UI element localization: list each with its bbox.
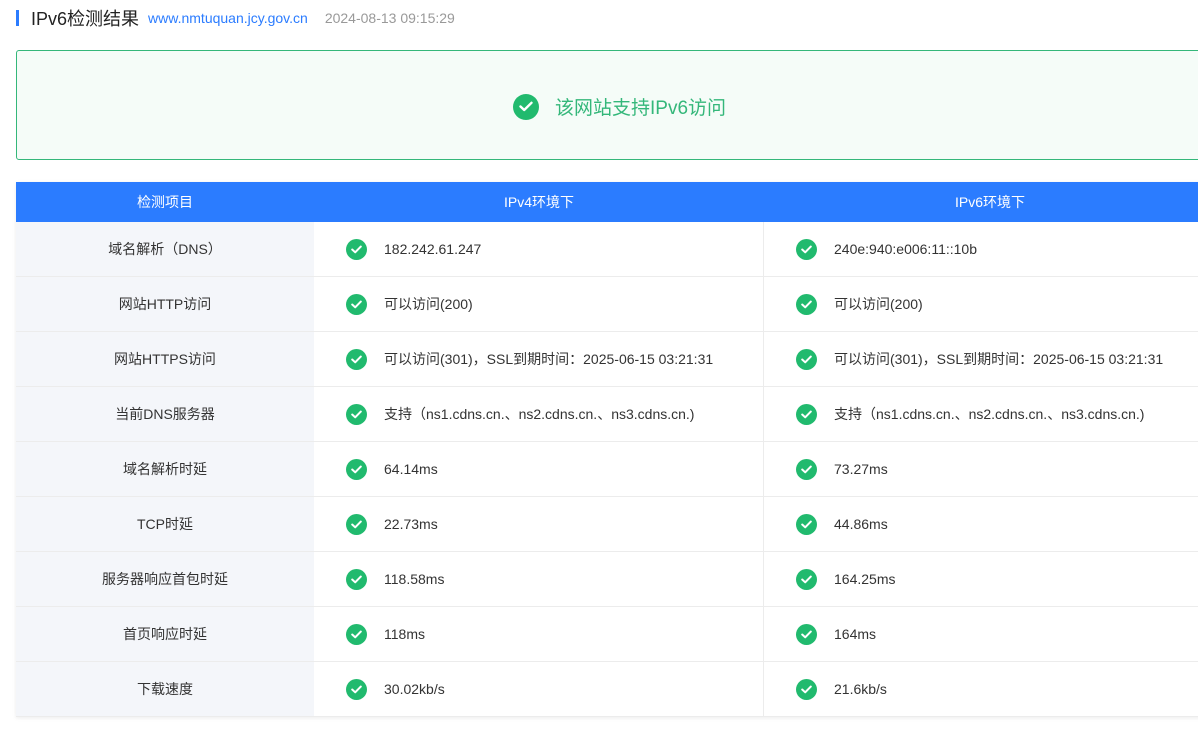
ipv4-value: 支持（ns1.cdns.cn.、ns2.cdns.cn.、ns3.cdns.cn… xyxy=(384,406,695,422)
ipv4-cell: 182.242.61.247 xyxy=(314,222,764,276)
check-icon xyxy=(346,293,367,315)
ipv4-value: 118.58ms xyxy=(384,571,445,587)
ipv6-value: 73.27ms xyxy=(834,461,888,477)
table-row: 域名解析（DNS） 182.242.61.247 240e:940:e006:11:… xyxy=(16,222,1198,277)
page-title: IPv6检测结果 xyxy=(31,9,140,29)
header-ipv6: IPv6环境下 xyxy=(954,194,1025,210)
table-row: 网站HTTP访问 可以访问(200) 可以访问(200) xyxy=(16,277,1198,332)
check-icon xyxy=(796,678,817,700)
ipv4-cell: 30.02kb/s xyxy=(314,662,764,716)
check-icon xyxy=(346,403,367,425)
row-item-label: 当前DNS服务器 xyxy=(16,387,314,441)
ipv4-value: 可以访问(301)，SSL到期时间：2025-06-15 03:21:31 xyxy=(384,351,714,367)
ipv6-value: 164.25ms xyxy=(834,571,896,587)
check-circle-icon xyxy=(513,93,539,120)
table-header-row: 检测项目 IPv4环境下 IPv6环境下 xyxy=(16,182,1198,222)
ipv4-cell: 可以访问(301)，SSL到期时间：2025-06-15 03:21:31 xyxy=(314,332,764,386)
ipv6-value: 可以访问(301)，SSL到期时间：2025-06-15 03:21:31 xyxy=(834,351,1164,367)
tested-domain-link[interactable]: www.nmtuquan.jcy.gov.cn xyxy=(148,10,308,26)
row-item-label: 下载速度 xyxy=(16,662,314,716)
check-icon xyxy=(346,348,367,370)
ipv6-value: 可以访问(200) xyxy=(834,296,923,312)
header-ipv4: IPv4环境下 xyxy=(503,194,574,210)
ipv4-cell: 118ms xyxy=(314,607,764,661)
ipv4-cell: 22.73ms xyxy=(314,497,764,551)
table-body: 域名解析（DNS） 182.242.61.247 240e:940:e006:11:… xyxy=(16,222,1198,717)
ipv4-value: 182.242.61.247 xyxy=(384,241,482,257)
check-icon xyxy=(796,348,817,370)
row-item-label: 首页响应时延 xyxy=(16,607,314,661)
ipv6-cell: 240e:940:e006:11::10b xyxy=(764,222,1198,276)
table-row: 当前DNS服务器 支持（ns1.cdns.cn.、ns2.cdns.cn.、ns3… xyxy=(16,387,1198,442)
ipv6-value: 240e:940:e006:11::10b xyxy=(834,241,977,257)
check-icon xyxy=(796,458,817,480)
check-icon xyxy=(796,568,817,590)
row-item-label: 网站HTTP访问 xyxy=(16,277,314,331)
table-row: 域名解析时延 64.14ms 73.27ms xyxy=(16,442,1198,497)
ipv6-cell: 164ms xyxy=(764,607,1198,661)
ipv4-value: 64.14ms xyxy=(384,461,438,477)
ipv6-value: 支持（ns1.cdns.cn.、ns2.cdns.cn.、ns3.cdns.cn… xyxy=(834,406,1145,422)
ipv6-value: 44.86ms xyxy=(834,516,888,532)
ipv6-cell: 支持（ns1.cdns.cn.、ns2.cdns.cn.、ns3.cdns.cn… xyxy=(764,387,1198,441)
check-icon xyxy=(796,403,817,425)
check-icon xyxy=(796,623,817,645)
check-icon xyxy=(796,238,817,260)
check-icon xyxy=(796,513,817,535)
header-item: 检测项目 xyxy=(137,194,193,210)
table-row: 首页响应时延 118ms 164ms xyxy=(16,607,1198,662)
check-icon xyxy=(346,623,367,645)
title-accent-bar xyxy=(16,10,19,26)
ipv4-cell: 支持（ns1.cdns.cn.、ns2.cdns.cn.、ns3.cdns.cn… xyxy=(314,387,764,441)
ipv4-cell: 可以访问(200) xyxy=(314,277,764,331)
row-item-label: 网站HTTPS访问 xyxy=(16,332,314,386)
ipv6-cell: 44.86ms xyxy=(764,497,1198,551)
page-header: IPv6检测结果 www.nmtuquan.jcy.gov.cn 2024-08… xyxy=(16,6,455,30)
results-table: 检测项目 IPv4环境下 IPv6环境下 域名解析（DNS） 182.242.61… xyxy=(16,182,1198,717)
table-row: 服务器响应首包时延 118.58ms 164.25ms xyxy=(16,552,1198,607)
result-banner: 该网站支持IPv6访问 xyxy=(16,50,1198,160)
ipv4-value: 30.02kb/s xyxy=(384,681,445,697)
check-icon xyxy=(346,238,367,260)
ipv4-value: 22.73ms xyxy=(384,516,438,532)
row-item-label: 域名解析（DNS） xyxy=(16,222,314,276)
row-item-label: 服务器响应首包时延 xyxy=(16,552,314,606)
ipv4-cell: 64.14ms xyxy=(314,442,764,496)
test-timestamp: 2024-08-13 09:15:29 xyxy=(324,10,455,26)
ipv6-value: 164ms xyxy=(834,626,877,642)
check-icon xyxy=(796,293,817,315)
row-item-label: TCP时延 xyxy=(16,497,314,551)
ipv6-cell: 21.6kb/s xyxy=(764,662,1198,716)
ipv6-cell: 164.25ms xyxy=(764,552,1198,606)
table-row: TCP时延 22.73ms 44.86ms xyxy=(16,497,1198,552)
row-item-label: 域名解析时延 xyxy=(16,442,314,496)
check-icon xyxy=(346,568,367,590)
check-icon xyxy=(346,678,367,700)
check-icon xyxy=(346,513,367,535)
ipv4-value: 118ms xyxy=(384,626,425,642)
result-message: 该网站支持IPv6访问 xyxy=(555,98,727,119)
ipv6-cell: 73.27ms xyxy=(764,442,1198,496)
ipv6-value: 21.6kb/s xyxy=(834,681,887,697)
check-icon xyxy=(346,458,367,480)
table-row: 下载速度 30.02kb/s 21.6kb/s xyxy=(16,662,1198,717)
ipv6-cell: 可以访问(200) xyxy=(764,277,1198,331)
ipv6-cell: 可以访问(301)，SSL到期时间：2025-06-15 03:21:31 xyxy=(764,332,1198,386)
ipv4-value: 可以访问(200) xyxy=(384,296,473,312)
table-row: 网站HTTPS访问 可以访问(301)，SSL到期时间：2025-06-15 03… xyxy=(16,332,1198,387)
ipv4-cell: 118.58ms xyxy=(314,552,764,606)
